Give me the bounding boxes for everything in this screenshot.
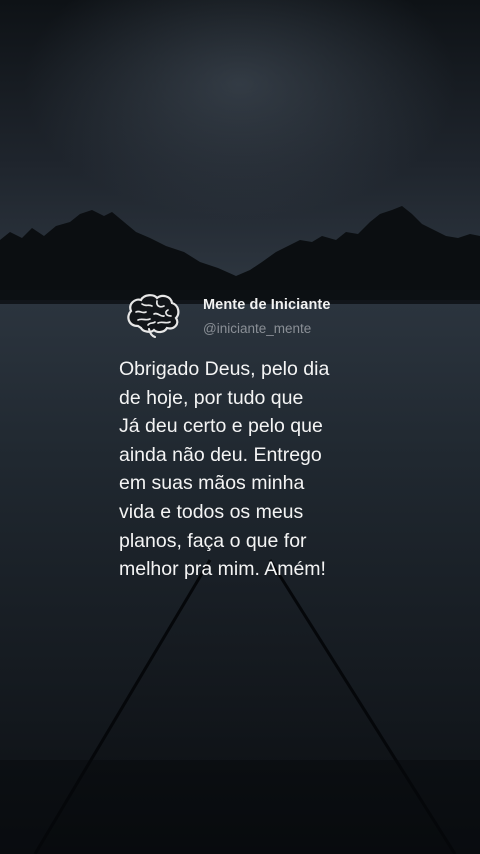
quote-line: vida e todos os meus [119,500,304,523]
quote-line: de hoje, por tudo que [119,386,304,409]
quote-line: planos, faça o que for [119,529,307,552]
quote-line: Obrigado Deus, pelo dia [119,358,330,380]
quote-line: ainda não deu. Entrego [119,443,322,466]
post-card: Mente de Iniciante @iniciante_mente Obri… [0,0,480,854]
post-overlay: Mente de Iniciante @iniciante_mente Obri… [0,0,480,854]
brain-icon [127,294,180,338]
author-name: Mente de Iniciante [203,297,331,313]
author-handle: @iniciante_mente [203,321,312,336]
quote-text: Obrigado Deus, pelo dia de hoje, por tud… [119,355,399,584]
quote-line: em suas mãos minha [119,472,305,495]
quote-line: melhor pra mim. Amém! [119,558,326,581]
quote-line: Já deu certo e pelo que [119,415,323,438]
